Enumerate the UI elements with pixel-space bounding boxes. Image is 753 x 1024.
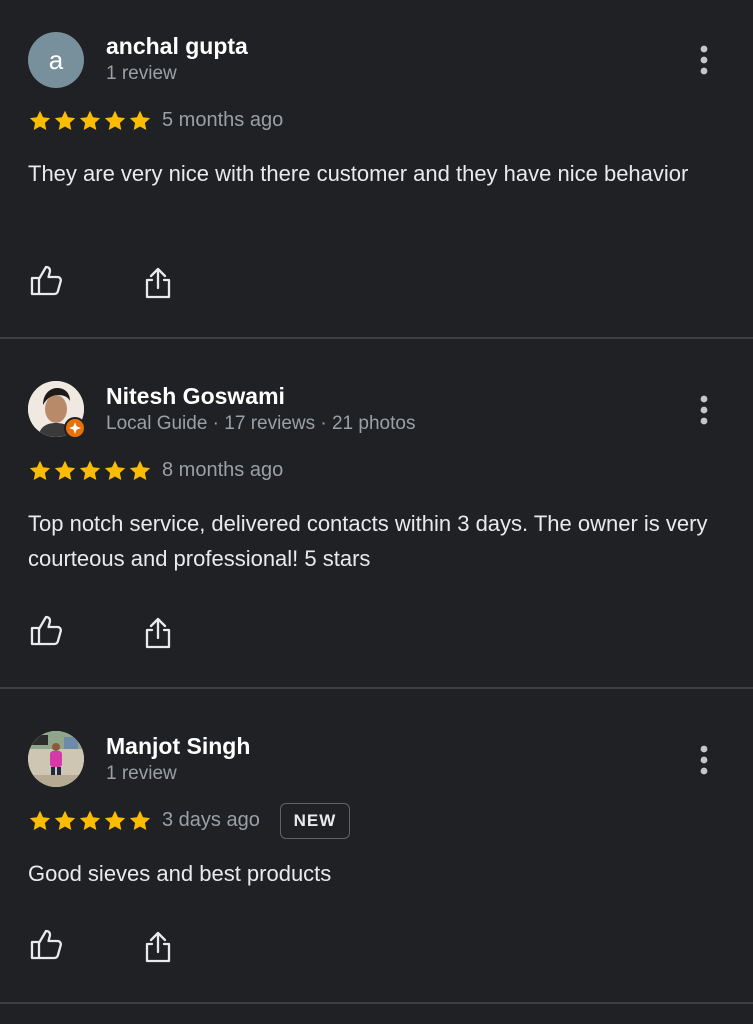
star-icon: [78, 109, 102, 133]
star-icon: [53, 109, 77, 133]
star-icon: [53, 809, 77, 833]
divider: [0, 1002, 753, 1004]
share-icon[interactable]: [140, 929, 176, 965]
review-text: Good sieves and best products: [28, 861, 332, 886]
star-icon: [28, 459, 52, 483]
star-icon: [128, 109, 152, 133]
avatar-letter: a: [48, 44, 64, 75]
avatar-photo: [28, 731, 84, 787]
star-icon: [53, 459, 77, 483]
reviewer-meta: 1 review: [106, 63, 177, 84]
review-text: They are very nice with there customer a…: [28, 161, 689, 186]
avatar[interactable]: [28, 381, 86, 439]
share-icon[interactable]: [140, 265, 176, 301]
review-card: Nitesh Goswami Local Guide · 17 reviews …: [0, 339, 753, 688]
avatar[interactable]: [28, 731, 84, 787]
thumbs-up-icon[interactable]: [28, 263, 64, 299]
share-icon[interactable]: [140, 615, 176, 651]
star-rating: [28, 459, 152, 483]
star-rating: [28, 809, 152, 833]
thumbs-up-icon[interactable]: [28, 927, 64, 963]
review-card: Manjot Singh 1 review 3 days ago NEW Goo…: [0, 689, 753, 1003]
new-badge: NEW: [280, 803, 350, 839]
review-time: 5 months ago: [162, 109, 284, 131]
reviewer-name[interactable]: Manjot Singh: [106, 733, 250, 760]
more-vert-icon[interactable]: [690, 742, 718, 778]
review-time: 8 months ago: [162, 459, 284, 481]
star-icon: [128, 459, 152, 483]
reviewer-meta: 1 review: [106, 763, 177, 784]
reviewer-meta: Local Guide · 17 reviews · 21 photos: [106, 413, 416, 434]
star-icon: [78, 809, 102, 833]
thumbs-up-icon[interactable]: [28, 613, 64, 649]
star-icon: [28, 809, 52, 833]
avatar[interactable]: a: [28, 32, 84, 88]
review-card: a anchal gupta 1 review 5 months ago The…: [0, 0, 753, 338]
reviewer-name[interactable]: anchal gupta: [106, 33, 248, 60]
star-icon: [28, 109, 52, 133]
review-time: 3 days ago: [162, 809, 260, 831]
star-icon: [103, 809, 127, 833]
review-text: Top notch service, delivered contacts wi…: [28, 511, 708, 571]
more-vert-icon[interactable]: [690, 392, 718, 428]
star-icon: [78, 459, 102, 483]
reviewer-name[interactable]: Nitesh Goswami: [106, 383, 285, 410]
more-vert-icon[interactable]: [690, 42, 718, 78]
local-guide-badge-icon: [64, 417, 86, 439]
star-icon: [103, 109, 127, 133]
star-icon: [128, 809, 152, 833]
star-rating: [28, 109, 152, 133]
star-icon: [103, 459, 127, 483]
